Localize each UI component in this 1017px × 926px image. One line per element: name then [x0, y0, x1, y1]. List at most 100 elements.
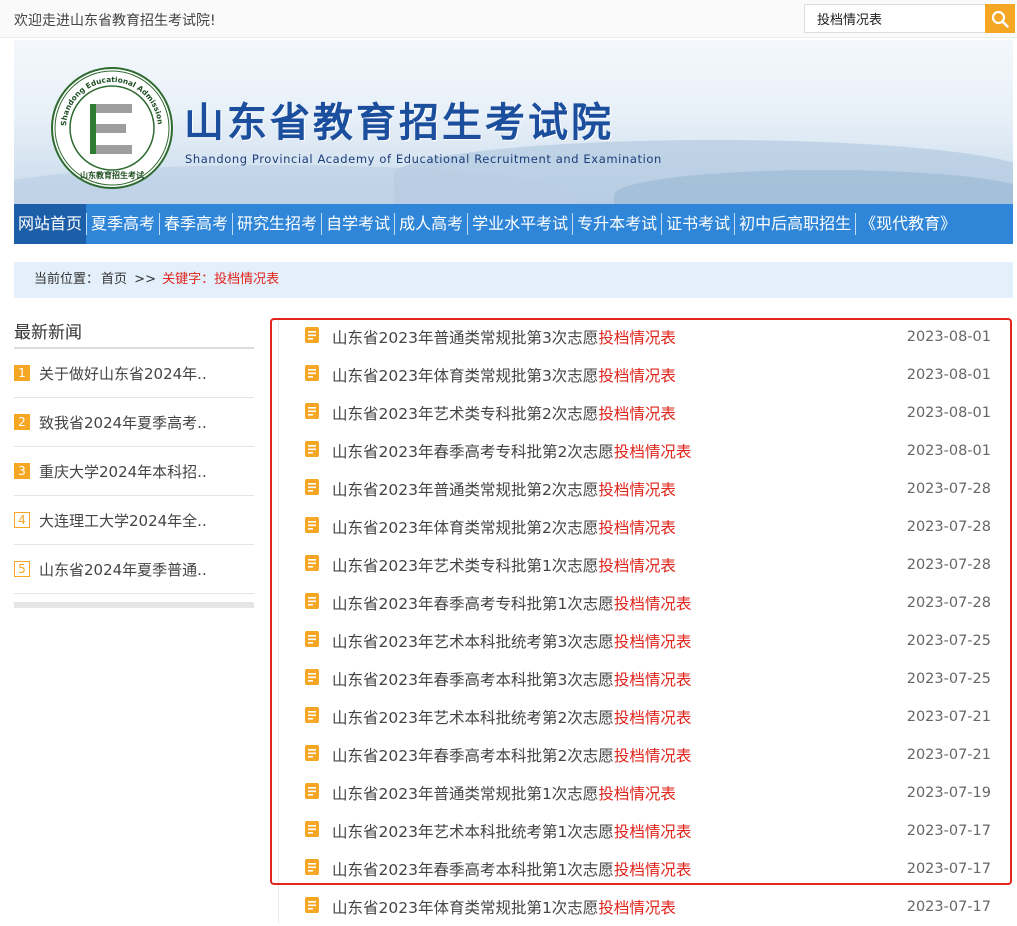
article-title[interactable]: 山东省2023年普通类常规批第2次志愿投档情况表 [332, 478, 676, 500]
nav-item[interactable]: 初中后高职招生 [735, 204, 855, 244]
article-title-prefix: 山东省2023年体育类常规批第2次志愿 [332, 519, 599, 537]
keyword-highlight: 投档情况表 [598, 405, 676, 423]
article-date: 2023-07-21 [906, 747, 991, 763]
keyword-value: 投档情况表 [214, 272, 280, 287]
breadcrumb-separator: >> [134, 272, 156, 287]
site-subtitle: Shandong Provincial Academy of Education… [185, 152, 662, 166]
search-button[interactable] [985, 4, 1015, 33]
article-title-prefix: 山东省2023年艺术本科批统考第3次志愿 [332, 633, 614, 651]
article-title[interactable]: 山东省2023年普通类常规批第1次志愿投档情况表 [332, 782, 676, 804]
sidebar-news-title: 重庆大学2024年本科招.. [39, 462, 207, 481]
list-item[interactable]: 山东省2023年普通类常规批第1次志愿投档情况表 2023-07-19 [279, 774, 1016, 812]
article-title-prefix: 山东省2023年春季高考本科批第3次志愿 [332, 671, 614, 689]
article-date: 2023-07-28 [906, 557, 991, 573]
sidebar-news-item[interactable]: 5 山东省2024年夏季普通.. [14, 545, 254, 594]
keyword-highlight: 投档情况表 [613, 747, 692, 765]
nav-item[interactable]: 《现代教育》 [856, 204, 960, 244]
nav-item[interactable]: 春季高考 [160, 204, 232, 244]
list-item[interactable]: 山东省2023年体育类常规批第1次志愿投档情况表 2023-07-17 [279, 888, 1016, 926]
article-title[interactable]: 山东省2023年春季高考本科批第3次志愿投档情况表 [332, 668, 691, 690]
keyword-highlight: 投档情况表 [598, 329, 676, 347]
breadcrumb-home[interactable]: 首页 [101, 272, 127, 287]
document-icon [305, 441, 319, 457]
article-title[interactable]: 山东省2023年普通类常规批第3次志愿投档情况表 [332, 326, 676, 348]
list-item[interactable]: 山东省2023年体育类常规批第2次志愿投档情况表 2023-07-28 [279, 508, 1016, 546]
keyword-highlight: 投档情况表 [613, 595, 692, 613]
document-icon [305, 555, 319, 571]
article-title[interactable]: 山东省2023年艺术本科批统考第2次志愿投档情况表 [332, 706, 691, 728]
list-item[interactable]: 山东省2023年普通类常规批第3次志愿投档情况表 2023-08-01 [279, 318, 1016, 356]
article-title[interactable]: 山东省2023年体育类常规批第3次志愿投档情况表 [332, 364, 676, 386]
keyword-highlight: 投档情况表 [613, 861, 692, 879]
article-title-prefix: 山东省2023年春季高考本科批第2次志愿 [332, 747, 614, 765]
document-icon [305, 327, 319, 343]
list-item[interactable]: 山东省2023年春季高考专科批第1次志愿投档情况表 2023-07-28 [279, 584, 1016, 622]
article-date: 2023-07-17 [906, 823, 991, 839]
article-title[interactable]: 山东省2023年春季高考本科批第1次志愿投档情况表 [332, 858, 691, 880]
article-date: 2023-07-21 [906, 709, 991, 725]
article-title[interactable]: 山东省2023年艺术类专科批第2次志愿投档情况表 [332, 402, 676, 424]
keyword-highlight: 投档情况表 [613, 671, 692, 689]
list-item[interactable]: 山东省2023年艺术类专科批第1次志愿投档情况表 2023-07-28 [279, 546, 1016, 584]
keyword-highlight: 投档情况表 [598, 519, 676, 537]
keyword-highlight: 投档情况表 [613, 823, 692, 841]
article-title-prefix: 山东省2023年普通类常规批第1次志愿 [332, 785, 599, 803]
rank-number: 5 [14, 561, 30, 577]
article-date: 2023-07-28 [906, 595, 991, 611]
article-title-prefix: 山东省2023年体育类常规批第3次志愿 [332, 367, 599, 385]
article-date: 2023-07-25 [906, 633, 991, 649]
list-item[interactable]: 山东省2023年艺术本科批统考第1次志愿投档情况表 2023-07-17 [279, 812, 1016, 850]
list-item[interactable]: 山东省2023年普通类常规批第2次志愿投档情况表 2023-07-28 [279, 470, 1016, 508]
article-title[interactable]: 山东省2023年春季高考专科批第1次志愿投档情况表 [332, 592, 691, 614]
nav-item[interactable]: 证书考试 [662, 204, 734, 244]
sidebar-news-item[interactable]: 1 关于做好山东省2024年.. [14, 349, 254, 398]
site-banner: Shandong Educational Admission & Examina… [14, 40, 1013, 204]
rank-number: 4 [14, 512, 30, 528]
rank-number: 1 [14, 365, 30, 381]
article-date: 2023-08-01 [906, 443, 991, 459]
welcome-text: 欢迎走进山东省教育招生考试院! [14, 13, 216, 29]
sidebar-news-item[interactable]: 4 大连理工大学2024年全.. [14, 496, 254, 545]
list-item[interactable]: 山东省2023年艺术本科批统考第3次志愿投档情况表 2023-07-25 [279, 622, 1016, 660]
rank-number: 2 [14, 414, 30, 430]
site-title: 山东省教育招生考试院 [184, 100, 614, 146]
keyword-highlight: 投档情况表 [598, 481, 676, 499]
article-date: 2023-08-01 [906, 405, 991, 421]
sidebar-news-item[interactable]: 3 重庆大学2024年本科招.. [14, 447, 254, 496]
nav-item[interactable]: 研究生招考 [233, 204, 321, 244]
search-input[interactable] [804, 4, 986, 33]
sidebar-news-item[interactable]: 2 致我省2024年夏季高考.. [14, 398, 254, 447]
list-item[interactable]: 山东省2023年春季高考专科批第2次志愿投档情况表 2023-08-01 [279, 432, 1016, 470]
nav-item[interactable]: 网站首页 [14, 204, 87, 244]
list-item[interactable]: 山东省2023年春季高考本科批第1次志愿投档情况表 2023-07-17 [279, 850, 1016, 888]
keyword-highlight: 投档情况表 [613, 633, 692, 651]
list-item[interactable]: 山东省2023年春季高考本科批第2次志愿投档情况表 2023-07-21 [279, 736, 1016, 774]
rank-number: 3 [14, 463, 30, 479]
nav-item[interactable]: 专升本考试 [573, 204, 661, 244]
nav-item[interactable]: 夏季高考 [87, 204, 159, 244]
list-item[interactable]: 山东省2023年春季高考本科批第3次志愿投档情况表 2023-07-25 [279, 660, 1016, 698]
nav-item[interactable]: 自学考试 [322, 204, 394, 244]
nav-item[interactable]: 成人高考 [395, 204, 467, 244]
nav-item[interactable]: 学业水平考试 [468, 204, 572, 244]
academy-logo: Shandong Educational Admission & Examina… [50, 66, 173, 189]
list-item[interactable]: 山东省2023年体育类常规批第3次志愿投档情况表 2023-08-01 [279, 356, 1016, 394]
latest-news-sidebar: 最新新闻 1 关于做好山东省2024年.. 2 致我省2024年夏季高考.. 3 重庆大学… [14, 318, 254, 608]
article-date: 2023-07-19 [906, 785, 991, 801]
article-title-prefix: 山东省2023年春季高考本科批第1次志愿 [332, 861, 614, 879]
document-icon [305, 859, 319, 875]
article-date: 2023-07-17 [906, 861, 991, 877]
article-title-prefix: 山东省2023年春季高考专科批第1次志愿 [332, 595, 614, 613]
list-item[interactable]: 山东省2023年艺术本科批统考第2次志愿投档情况表 2023-07-21 [279, 698, 1016, 736]
article-title[interactable]: 山东省2023年艺术本科批统考第3次志愿投档情况表 [332, 630, 691, 652]
breadcrumb: 当前位置： 首页 >> 关键字：投档情况表 [14, 262, 1013, 298]
article-title[interactable]: 山东省2023年体育类常规批第1次志愿投档情况表 [332, 896, 676, 918]
sidebar-news-title: 山东省2024年夏季普通.. [39, 560, 207, 579]
article-title[interactable]: 山东省2023年春季高考本科批第2次志愿投档情况表 [332, 744, 691, 766]
article-title[interactable]: 山东省2023年艺术本科批统考第1次志愿投档情况表 [332, 820, 691, 842]
article-title[interactable]: 山东省2023年春季高考专科批第2次志愿投档情况表 [332, 440, 691, 462]
article-title[interactable]: 山东省2023年艺术类专科批第1次志愿投档情况表 [332, 554, 676, 576]
list-item[interactable]: 山东省2023年艺术类专科批第2次志愿投档情况表 2023-08-01 [279, 394, 1016, 432]
article-title[interactable]: 山东省2023年体育类常规批第2次志愿投档情况表 [332, 516, 676, 538]
sidebar-news-title: 关于做好山东省2024年.. [39, 364, 207, 383]
